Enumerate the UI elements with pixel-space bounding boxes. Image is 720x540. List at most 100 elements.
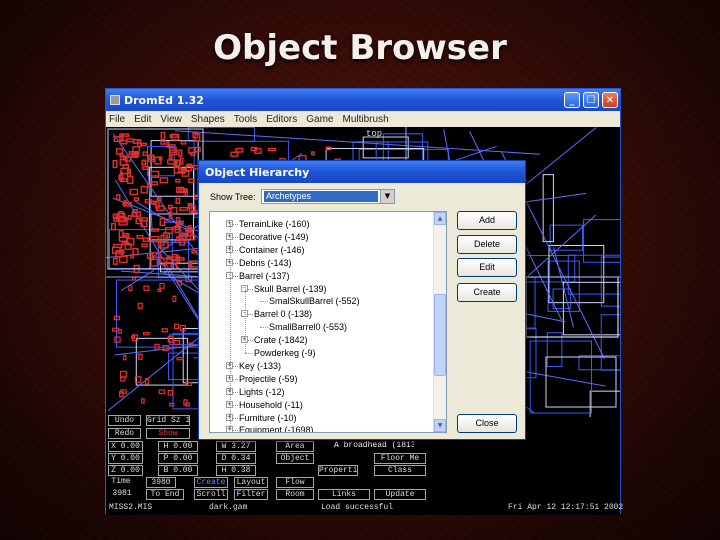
wireframe-line <box>174 130 540 155</box>
tree-item[interactable]: Container (-146) <box>239 244 305 256</box>
height-field[interactable]: H 0.38 <box>216 465 256 476</box>
redo-button[interactable]: Redo <box>108 428 141 439</box>
tree-item[interactable]: Household (-11) <box>239 399 303 411</box>
tree-item[interactable]: Debris (-143) <box>239 257 292 269</box>
menu-item-view[interactable]: View <box>160 114 182 125</box>
wireframe-shape <box>112 257 118 265</box>
wireframe-shape <box>546 332 563 368</box>
scroll-down-button[interactable]: ▼ <box>434 419 446 432</box>
time-field[interactable]: 3980 <box>146 477 176 488</box>
add-button[interactable]: Add <box>457 211 517 230</box>
wireframe-shape <box>311 151 315 156</box>
tree-item[interactable]: Equipment (-1698) <box>239 424 314 432</box>
frame-label: 3981 <box>112 489 132 498</box>
grid-size-button[interactable]: Grid Sz 12 <box>146 415 190 426</box>
tree-item[interactable]: Furniture (-10) <box>239 412 297 424</box>
filter-button[interactable]: Filter <box>234 489 268 500</box>
maximize-button[interactable]: ☐ <box>583 92 599 108</box>
menu-item-edit[interactable]: Edit <box>134 114 151 125</box>
tree-item[interactable]: TerrainLike (-160) <box>239 218 310 230</box>
app-icon <box>110 95 120 105</box>
depth-field[interactable]: D 0.34 <box>216 453 256 464</box>
object-button[interactable]: Object <box>276 453 314 464</box>
wireframe-shape <box>158 389 166 395</box>
wireframe-shape <box>142 332 150 336</box>
class-button[interactable]: Class <box>374 465 426 476</box>
room-button[interactable]: Room <box>276 489 314 500</box>
menu-item-editors[interactable]: Editors <box>266 114 297 125</box>
tree-item[interactable]: SmallBarrel0 (-553) <box>269 321 347 333</box>
wireframe-shape <box>152 200 157 206</box>
wireframe-shape <box>141 243 148 248</box>
minimize-button[interactable]: _ <box>564 92 580 108</box>
wireframe-shape <box>127 215 132 220</box>
wireframe-shape <box>128 285 133 292</box>
tree-item[interactable]: Barrel (-137) <box>239 270 290 282</box>
update-button[interactable]: Update <box>374 489 426 500</box>
menu-item-file[interactable]: File <box>109 114 125 125</box>
heading-field[interactable]: H 0.00 <box>158 441 198 452</box>
tree-item[interactable]: Decorative (-149) <box>239 231 309 243</box>
selected-object-label: A broadhead (1813) <box>334 441 414 450</box>
layout-button[interactable]: Layout <box>234 477 268 488</box>
floor-me-button[interactable]: Floor Me <box>374 453 426 464</box>
tree-item[interactable]: Barrel 0 (-138) <box>254 308 312 320</box>
to-end-button[interactable]: To End <box>146 489 184 500</box>
tree-item[interactable]: Projectile (-59) <box>239 373 298 385</box>
wireframe-shape <box>131 276 136 281</box>
menu-item-game[interactable]: Game <box>306 114 333 125</box>
scroll-button[interactable]: Scroll <box>194 489 228 500</box>
wireframe-shape <box>578 355 620 371</box>
wireframe-shape <box>179 157 184 165</box>
scroll-up-button[interactable]: ▲ <box>434 212 446 225</box>
wireframe-shape <box>159 282 165 289</box>
chevron-down-icon[interactable]: ▼ <box>380 190 394 203</box>
show-button[interactable]: Show <box>146 428 190 439</box>
show-tree-dropdown[interactable]: Archetypes ▼ <box>261 189 395 204</box>
pos-z-field[interactable]: Z 0.00 <box>108 465 143 476</box>
width-field[interactable]: W 3.27 <box>216 441 256 452</box>
wireframe-shape <box>159 217 166 226</box>
close-button[interactable]: Close <box>457 414 517 433</box>
tree-item[interactable]: Key (-133) <box>239 360 281 372</box>
create-button[interactable]: Create <box>194 477 228 488</box>
window-titlebar[interactable]: DromEd 1.32 _ ☐ ✕ <box>106 89 620 111</box>
wireframe-shape <box>140 185 148 194</box>
wireframe-shape <box>112 327 120 332</box>
wireframe-shape <box>172 295 177 302</box>
wireframe-shape <box>120 370 127 378</box>
delete-button[interactable]: Delete <box>457 235 517 254</box>
area-button[interactable]: Area <box>276 441 314 452</box>
wireframe-shape <box>129 188 139 196</box>
close-window-button[interactable]: ✕ <box>602 92 618 108</box>
tree-item[interactable]: Powderkeg (-9) <box>254 347 316 359</box>
flow-button[interactable]: Flow <box>276 477 314 488</box>
wireframe-shape <box>137 302 143 309</box>
edit-button[interactable]: Edit <box>457 258 517 277</box>
tree-scrollbar[interactable]: ▲ ▼ <box>433 212 446 432</box>
pos-y-field[interactable]: Y 0.00 <box>108 453 143 464</box>
pos-x-field[interactable]: X 0.00 <box>108 441 143 452</box>
scroll-thumb[interactable] <box>434 294 446 376</box>
create-archetype-button[interactable]: Create <box>457 283 517 302</box>
pitch-field[interactable]: P 0.00 <box>158 453 198 464</box>
tree-connector <box>260 327 268 329</box>
wireframe-shape <box>179 206 189 211</box>
tree-item[interactable]: SmalSkullBarrel (-552) <box>269 295 360 307</box>
tree-item[interactable]: Skull Barrel (-139) <box>254 283 327 295</box>
properties-button[interactable]: Properties <box>318 465 358 476</box>
menu-item-multibrush[interactable]: Multibrush <box>343 114 389 125</box>
links-button[interactable]: Links <box>318 489 370 500</box>
wireframe-shape <box>175 178 181 183</box>
object-tree[interactable]: + TerrainLike (-160) + Decorative (-149) + Co… <box>209 211 447 433</box>
dialog-title[interactable]: Object Hierarchy <box>199 161 525 183</box>
tree-item[interactable]: Lights (-12) <box>239 386 285 398</box>
undo-button[interactable]: Undo <box>108 415 141 426</box>
tree-connector <box>260 301 268 303</box>
menu-item-shapes[interactable]: Shapes <box>191 114 225 125</box>
wireframe-shape <box>161 328 168 333</box>
tree-item[interactable]: Crate (-1842) <box>254 334 308 346</box>
menu-bar: File Edit View Shapes Tools Editors Game Multib… <box>106 111 620 127</box>
bank-field[interactable]: B 0.00 <box>158 465 198 476</box>
menu-item-tools[interactable]: Tools <box>234 114 257 125</box>
